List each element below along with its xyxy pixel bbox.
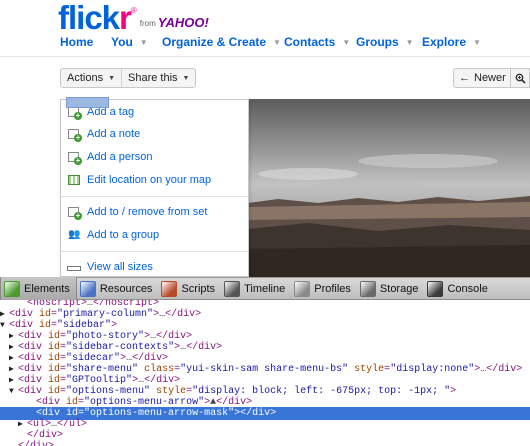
photo-actions-toolbar: Actions ▼ Share this ▼ xyxy=(60,68,197,88)
menu-item-label: Edit location on your map xyxy=(87,174,212,186)
devtools-tab-label: Elements xyxy=(24,282,70,295)
left-arrow-icon: ← xyxy=(459,72,470,84)
main-nav: Home You ▼ Organize & Create ▼ Contacts ▼ Group… xyxy=(58,32,530,52)
actions-button-label: Actions xyxy=(67,72,104,84)
main-photo[interactable] xyxy=(248,99,530,277)
chevron-down-icon: ▼ xyxy=(139,37,148,47)
menu-item-label: View all sizes xyxy=(87,261,153,273)
nav-item-label: Home xyxy=(60,35,94,49)
map-grid-icon xyxy=(67,173,81,187)
plus-badge: + xyxy=(74,156,82,165)
flickr-photo-page-with-devtools: flick r ® from YAHOO! Home You ▼ Organize &… xyxy=(0,0,530,446)
nav-item-home[interactable]: Home xyxy=(60,35,93,49)
share-this-button-label: Share this xyxy=(128,72,178,84)
actions-button[interactable]: Actions ▼ xyxy=(61,69,123,87)
menu-separator xyxy=(61,196,248,197)
devtools-tab-label: Storage xyxy=(379,282,419,295)
profiles-icon xyxy=(294,280,311,297)
resources-icon xyxy=(79,280,96,297)
menu-item-label: Add a note xyxy=(87,128,141,140)
devtools-tab-console[interactable]: Console xyxy=(424,277,493,300)
share-this-button[interactable]: Share this ▼ xyxy=(122,69,195,87)
nav-item-label: Explore xyxy=(422,35,467,49)
menu-item-edit-location-on-your-map[interactable]: Edit location on your map xyxy=(67,171,211,189)
nav-item-you[interactable]: You ▼ xyxy=(111,35,148,49)
chevron-down-icon: ▼ xyxy=(108,74,116,82)
devtools-tab-label: Profiles xyxy=(314,282,351,295)
menu-item-label: Add to a group xyxy=(87,229,160,241)
logo-registered-mark: ® xyxy=(130,6,137,15)
devtools-tab-scripts[interactable]: Scripts xyxy=(158,277,221,300)
logo-flick-text: flick xyxy=(58,0,120,36)
menu-item-add-to-a-group[interactable]: 👥 Add to a group xyxy=(67,226,159,244)
devtools-toolbar: Elements Resources Scripts Timeline Profiles… xyxy=(0,277,530,300)
plus-badge: + xyxy=(74,111,82,120)
devtools-tab-label: Resources xyxy=(99,282,153,295)
nav-item-explore[interactable]: Explore ▼ xyxy=(422,35,481,49)
dom-node[interactable]: </div> xyxy=(0,440,530,446)
actions-menu: + Add a tag + Add a note + Add a person Edit l… xyxy=(60,99,249,277)
plus-badge: + xyxy=(74,211,82,220)
map-grid-shape xyxy=(68,175,80,185)
inspected-arrow-mask-highlight xyxy=(66,97,109,108)
group-people-icon: 👥 xyxy=(67,228,81,242)
elements-tree[interactable]: <noscript>…</noscript> ▶ <div id="primary-… xyxy=(0,300,530,446)
nav-item-label: Groups xyxy=(356,35,399,49)
people-glyph: 👥 xyxy=(68,229,81,240)
dom-token: </div> xyxy=(18,441,54,446)
nav-item-groups[interactable]: Groups ▼ xyxy=(356,35,414,49)
nav-item-organize-create[interactable]: Organize & Create ▼ xyxy=(162,35,281,49)
nav-item-label: Contacts xyxy=(284,35,336,49)
menu-item-add-a-note[interactable]: + Add a note xyxy=(67,125,140,143)
devtools-tab-elements[interactable]: Elements xyxy=(0,277,77,300)
nav-item-label: You xyxy=(111,35,133,49)
note-plus-icon: + xyxy=(67,127,82,142)
newer-button[interactable]: ← Newer xyxy=(453,68,511,88)
landscape-photo-art xyxy=(248,154,530,277)
elements-icon xyxy=(4,280,20,297)
nav-divider xyxy=(0,56,530,57)
chevron-down-icon: ▼ xyxy=(405,37,414,47)
menu-separator xyxy=(61,251,248,252)
nav-item-contacts[interactable]: Contacts ▼ xyxy=(284,35,350,49)
chevron-down-icon: ▼ xyxy=(273,37,281,47)
menu-item-view-all-sizes[interactable]: View all sizes xyxy=(67,258,153,276)
menu-item-label: Add to / remove from set xyxy=(87,206,208,218)
scripts-icon xyxy=(161,280,178,297)
chevron-down-icon: ▼ xyxy=(473,37,481,47)
nav-item-label: Organize & Create xyxy=(162,35,267,49)
flickr-logo[interactable]: flick r ® from YAHOO! xyxy=(58,0,209,34)
logo-from-text: from xyxy=(139,19,156,28)
timeline-icon xyxy=(224,280,241,297)
storage-icon xyxy=(359,280,376,297)
devtools-tab-label: Scripts xyxy=(181,282,216,295)
devtools-tab-storage[interactable]: Storage xyxy=(357,277,425,300)
chevron-down-icon: ▼ xyxy=(182,74,190,82)
menu-item-add-to-remove-from-set[interactable]: + Add to / remove from set xyxy=(67,203,207,221)
newer-button-label: Newer xyxy=(474,72,506,84)
devtools-tab-resources[interactable]: Resources xyxy=(77,277,159,300)
devtools-tab-profiles[interactable]: Profiles xyxy=(291,277,357,300)
chevron-down-icon: ▼ xyxy=(342,37,351,47)
plus-badge: + xyxy=(74,133,82,142)
sizes-shape xyxy=(67,266,81,271)
set-plus-icon: + xyxy=(67,205,82,220)
devtools-tab-label: Timeline xyxy=(244,282,286,295)
devtools-tab-timeline[interactable]: Timeline xyxy=(221,277,291,300)
zoom-button[interactable] xyxy=(511,68,530,88)
menu-item-label: Add a person xyxy=(87,151,153,163)
person-plus-icon: + xyxy=(67,150,82,165)
sizes-icon xyxy=(67,260,81,274)
menu-item-add-a-person[interactable]: + Add a person xyxy=(67,148,152,166)
logo-yahoo-text: YAHOO! xyxy=(157,15,209,30)
logo-r-text: r xyxy=(119,0,132,36)
devtools-tab-label: Console xyxy=(447,282,488,295)
magnifier-icon xyxy=(515,73,526,84)
console-icon xyxy=(427,280,444,297)
